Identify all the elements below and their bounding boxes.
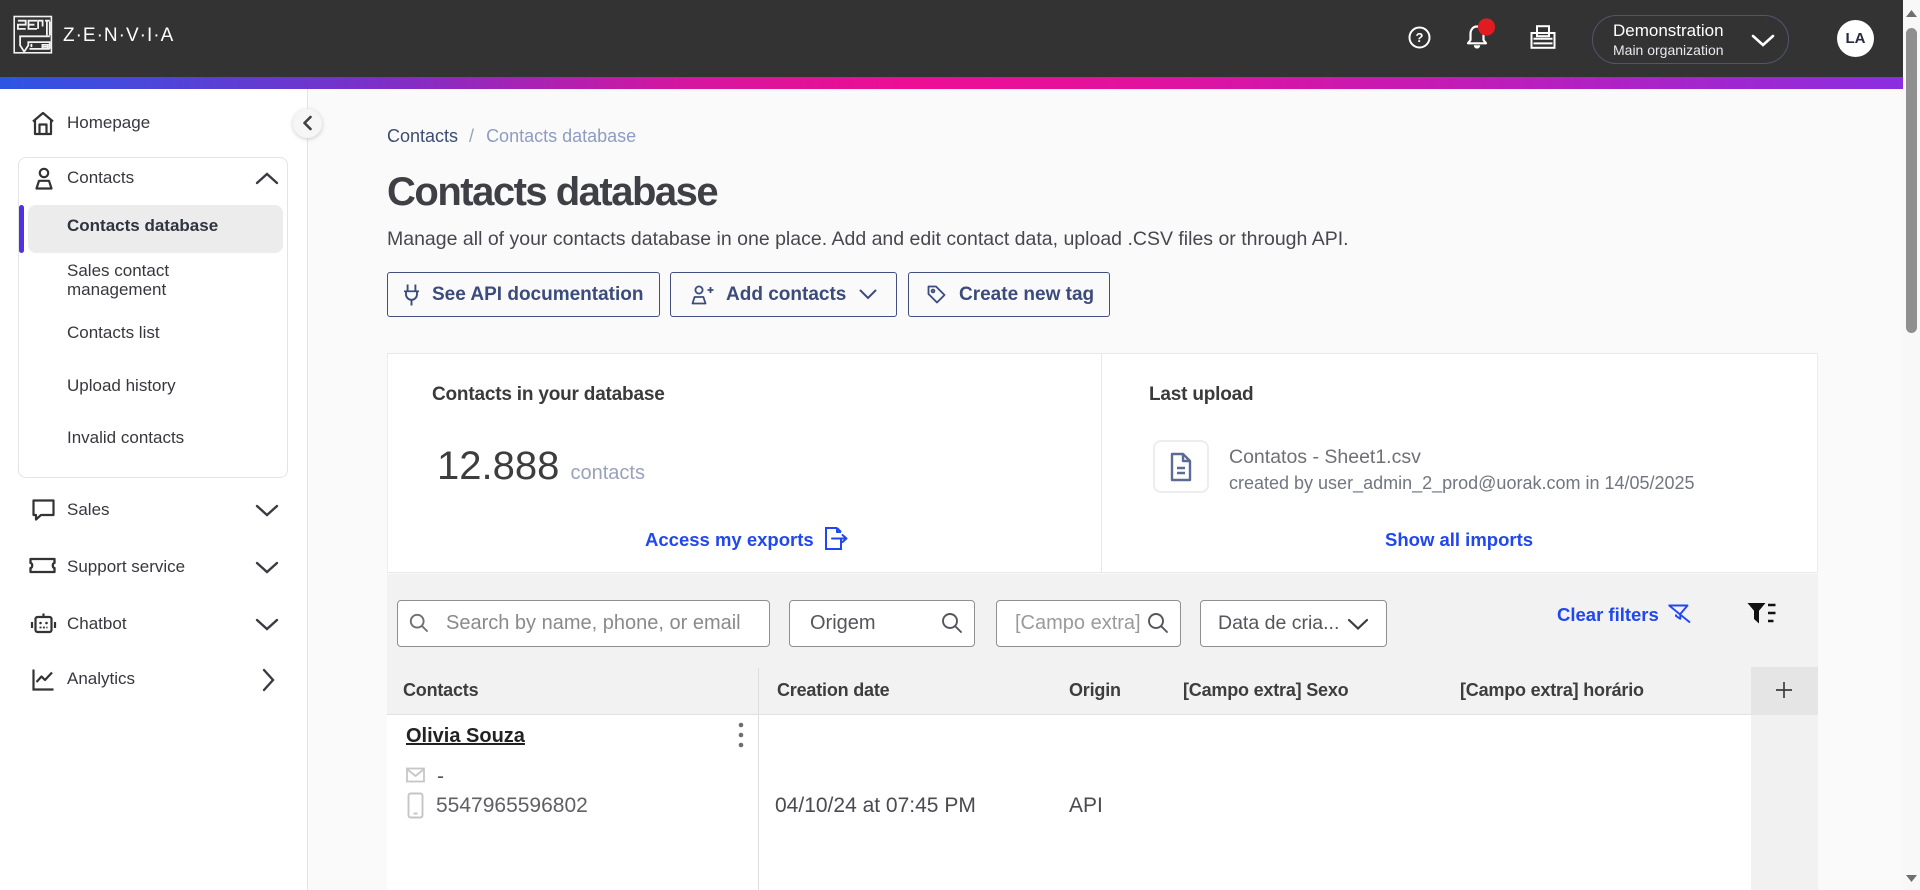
- svg-text:?: ?: [1416, 30, 1424, 45]
